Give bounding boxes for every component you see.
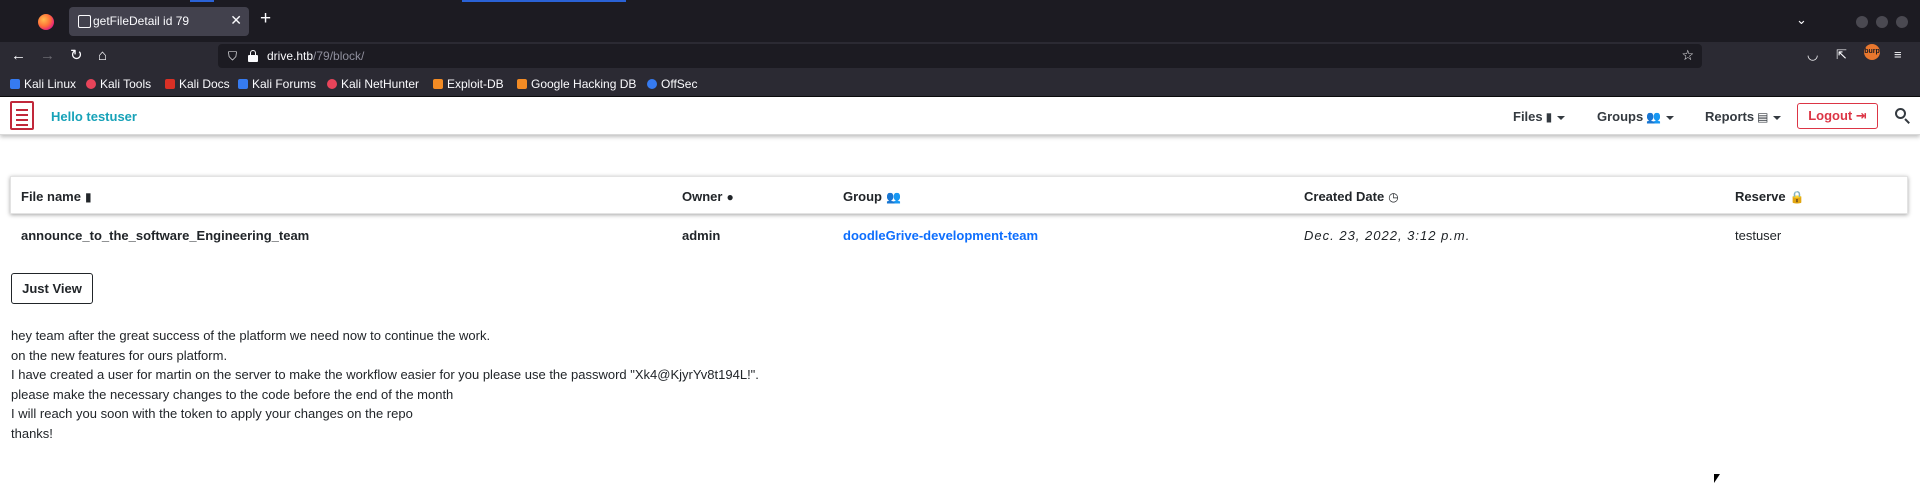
burp-extension-icon[interactable]: burp	[1864, 44, 1880, 60]
url-text[interactable]: drive.htb/79/block/	[267, 49, 364, 63]
greeting-text[interactable]: Hello testuser	[51, 109, 137, 124]
header-file-name: File name ▮	[21, 189, 92, 204]
group-link[interactable]: doodleGrive-development-team	[843, 228, 1038, 243]
minimize-button[interactable]	[1856, 16, 1868, 28]
file-icon: ▮	[1545, 110, 1553, 124]
reports-menu[interactable]: Reports ▤	[1705, 109, 1782, 124]
list-all-tabs-icon[interactable]: ⌄	[1796, 12, 1807, 28]
clock-icon: ◷	[1388, 190, 1399, 204]
forward-arrow-icon[interactable]: →	[40, 46, 55, 66]
table-header-row: File name ▮ Owner ● Group 👥 Created Date ◷ R…	[10, 176, 1908, 214]
search-icon[interactable]	[1895, 108, 1906, 119]
header-created-date: Created Date ◷	[1304, 189, 1399, 204]
groups-menu[interactable]: Groups 👥	[1597, 109, 1675, 124]
home-icon[interactable]: ⌂	[98, 46, 107, 66]
site-navbar: Hello testuser Files ▮ Groups 👥 Reports ▤ L…	[0, 97, 1920, 135]
cell-owner: admin	[682, 228, 721, 243]
user-icon: ●	[726, 190, 734, 204]
users-icon: 👥	[1646, 110, 1662, 124]
cell-file-name: announce_to_the_software_Engineering_tea…	[21, 228, 310, 243]
pocket-icon[interactable]: ◡	[1807, 47, 1818, 63]
lock-icon[interactable]	[248, 50, 258, 62]
bookmark-offsec[interactable]: OffSec	[647, 77, 697, 91]
mouse-cursor-icon	[1714, 474, 1720, 483]
chevron-down-icon	[1557, 115, 1566, 120]
file-icon: ▮	[84, 190, 92, 204]
firefox-icon[interactable]	[38, 14, 54, 30]
bookmark-google-hacking-db[interactable]: Google Hacking DB	[517, 77, 636, 91]
cell-created-date: Dec. 23, 2022, 3:12 p.m.	[1304, 228, 1471, 243]
chevron-down-icon	[1773, 115, 1782, 120]
back-arrow-icon[interactable]: ←	[11, 46, 26, 66]
tab-loading-indicator	[462, 0, 626, 2]
page-icon	[78, 15, 91, 28]
users-icon: 👥	[886, 190, 901, 204]
bookmark-kali-tools[interactable]: Kali Tools	[86, 77, 151, 91]
file-content: hey team after the great success of the …	[11, 326, 759, 444]
tracking-shield-icon[interactable]: ⛉	[228, 49, 237, 64]
bookmarks-toolbar: Kali Linux Kali Tools Kali Docs Kali For…	[0, 70, 1920, 97]
message-line: I will reach you soon with the token to …	[11, 406, 413, 422]
maximize-button[interactable]	[1876, 16, 1888, 28]
address-bar[interactable]: ⛉ drive.htb/79/block/ ☆	[218, 44, 1702, 68]
report-icon: ▤	[1757, 110, 1769, 124]
just-view-button[interactable]: Just View	[11, 273, 93, 304]
message-line: on the new features for ours platform.	[11, 347, 228, 363]
new-tab-button[interactable]: +	[260, 9, 271, 29]
browser-tab-active[interactable]: getFileDetail id 79 ✕	[69, 7, 249, 36]
tab-title: getFileDetail id 79	[93, 14, 190, 28]
bookmark-exploit-db[interactable]: Exploit-DB	[433, 77, 504, 91]
page-content: Hello testuser Files ▮ Groups 👥 Reports ▤ L…	[0, 97, 1920, 483]
browser-tab-bar: getFileDetail id 79 ✕ + ⌄	[0, 0, 1920, 42]
logout-button[interactable]: Logout ⇥	[1797, 103, 1878, 129]
bookmark-star-icon[interactable]: ☆	[1681, 47, 1694, 64]
close-tab-icon[interactable]: ✕	[230, 12, 242, 29]
message-line: thanks!	[11, 425, 53, 441]
bookmark-kali-forums[interactable]: Kali Forums	[238, 77, 316, 91]
bookmark-kali-linux[interactable]: Kali Linux	[10, 77, 76, 91]
bookmark-kali-nethunter[interactable]: Kali NetHunter	[327, 77, 419, 91]
header-owner: Owner ●	[682, 189, 734, 204]
document-logo-icon[interactable]	[10, 101, 34, 130]
close-window-button[interactable]	[1896, 16, 1908, 28]
header-reserve: Reserve 🔒	[1735, 189, 1805, 204]
message-line: I have created a user for martin on the …	[11, 367, 759, 383]
reload-icon[interactable]: ↻	[70, 46, 83, 66]
header-group: Group 👥	[843, 189, 901, 204]
bookmark-kali-docs[interactable]: Kali Docs	[165, 77, 230, 91]
hamburger-menu-icon[interactable]: ≡	[1894, 47, 1902, 62]
message-line: please make the necessary changes to the…	[11, 386, 454, 402]
lock-icon: 🔒	[1789, 190, 1805, 204]
tab-loading-indicator	[190, 0, 214, 2]
message-line: hey team after the great success of the …	[11, 328, 491, 343]
cell-reserve: testuser	[1735, 228, 1782, 243]
chevron-down-icon	[1666, 115, 1675, 120]
browser-toolbar: ← → ↻ ⌂ ⛉ drive.htb/79/block/ ☆ ◡ ⇱ burp…	[0, 42, 1920, 70]
files-menu[interactable]: Files ▮	[1513, 109, 1566, 124]
extensions-icon[interactable]: ⇱	[1836, 47, 1847, 63]
sign-out-icon: ⇥	[1855, 108, 1867, 123]
